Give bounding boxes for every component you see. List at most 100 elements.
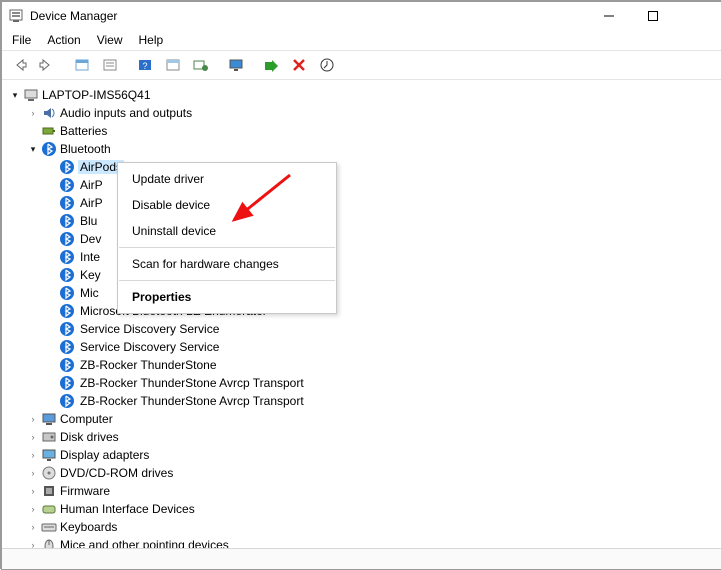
device-tree[interactable]: ▾ LAPTOP-IMS56Q41 › Audio inputs and outp… <box>2 80 721 549</box>
expand-icon[interactable]: › <box>26 412 40 426</box>
context-menu-item[interactable]: Scan for hardware changes <box>118 251 336 277</box>
tree-category[interactable]: ›Human Interface Devices <box>2 500 721 518</box>
tree-category[interactable]: › Audio inputs and outputs <box>2 104 721 122</box>
bluetooth-icon <box>59 321 75 337</box>
events-icon[interactable] <box>314 52 340 78</box>
expand-icon[interactable]: › <box>26 466 40 480</box>
context-menu-item[interactable]: Properties <box>118 284 336 310</box>
help-icon[interactable]: ? <box>132 52 158 78</box>
menu-help[interactable]: Help <box>131 31 172 49</box>
maximize-button[interactable] <box>631 2 675 30</box>
annotation-arrow <box>222 163 302 232</box>
keyboard-icon <box>41 519 57 535</box>
expand-icon <box>44 394 58 408</box>
expand-icon <box>44 250 58 264</box>
window-title: Device Manager <box>30 9 587 23</box>
expand-icon[interactable]: ▾ <box>26 142 40 156</box>
tree-category[interactable]: › Display adapters <box>2 446 721 464</box>
action-center-icon[interactable] <box>188 52 214 78</box>
bluetooth-icon <box>59 177 75 193</box>
tree-category[interactable]: ›Firmware <box>2 482 721 500</box>
tree-category[interactable]: ›Disk drives <box>2 428 721 446</box>
svg-text:?: ? <box>142 61 147 71</box>
expand-icon <box>44 232 58 246</box>
minimize-button[interactable] <box>587 2 631 30</box>
expand-icon[interactable]: › <box>26 106 40 120</box>
expand-icon[interactable]: › <box>26 448 40 462</box>
menu-view[interactable]: View <box>89 31 131 49</box>
tree-category-label: Batteries <box>60 124 107 138</box>
expand-icon[interactable]: › <box>26 502 40 516</box>
expand-icon[interactable] <box>26 124 40 138</box>
expand-icon <box>44 160 58 174</box>
tree-root[interactable]: ▾ LAPTOP-IMS56Q41 <box>2 86 721 104</box>
menu-action[interactable]: Action <box>39 31 88 49</box>
menu-file[interactable]: File <box>4 31 39 49</box>
audio-icon <box>41 105 57 121</box>
tree-device[interactable]: ZB-Rocker ThunderStone Avrcp Transport <box>2 374 721 392</box>
display-icon <box>41 447 57 463</box>
tree-device-label: AirP <box>78 178 105 192</box>
enable-icon[interactable] <box>258 52 284 78</box>
disk-icon <box>41 429 57 445</box>
expand-icon <box>44 286 58 300</box>
tree-device[interactable]: ZB-Rocker ThunderStone <box>2 356 721 374</box>
tree-category[interactable]: › Computer <box>2 410 721 428</box>
tree-category-label: Display adapters <box>60 448 149 462</box>
tree-device[interactable]: Service Discovery Service <box>2 320 721 338</box>
expand-icon <box>44 196 58 210</box>
tree-category-label: Bluetooth <box>60 142 111 156</box>
tree-device-label: ZB-Rocker ThunderStone <box>78 358 219 372</box>
bluetooth-icon <box>59 195 75 211</box>
tree-category[interactable]: › Keyboards <box>2 518 721 536</box>
expand-icon <box>44 358 58 372</box>
tree-device[interactable]: Mic <box>2 284 721 302</box>
tree-category[interactable]: ▾ Bluetooth <box>2 140 721 158</box>
bluetooth-icon <box>41 141 57 157</box>
tree-device-label: Dev <box>78 232 103 246</box>
tree-device[interactable]: Blu <box>2 212 721 230</box>
back-icon[interactable] <box>6 52 32 78</box>
tree-device[interactable]: AirP <box>2 194 721 212</box>
context-menu-separator <box>119 280 335 281</box>
tree-category-label: Keyboards <box>60 520 117 534</box>
expand-icon[interactable]: › <box>26 484 40 498</box>
expand-icon[interactable]: › <box>26 430 40 444</box>
tree-device[interactable]: AirPods <box>2 158 721 176</box>
tree-device[interactable]: Key <box>2 266 721 284</box>
tree-device[interactable]: Service Discovery Service <box>2 338 721 356</box>
show-hidden-icon[interactable] <box>69 52 95 78</box>
bluetooth-icon <box>59 249 75 265</box>
tree-device[interactable]: ZB-Rocker ThunderStone Avrcp Transport <box>2 392 721 410</box>
tree-device[interactable]: Dev <box>2 230 721 248</box>
expand-icon <box>44 304 58 318</box>
tree-category-label: DVD/CD-ROM drives <box>60 466 173 480</box>
expand-icon <box>44 376 58 390</box>
tree-device[interactable]: AirP <box>2 176 721 194</box>
tree-category-label: Computer <box>60 412 113 426</box>
bluetooth-icon <box>59 375 75 391</box>
tree-root-label: LAPTOP-IMS56Q41 <box>42 88 151 102</box>
expand-icon[interactable]: › <box>26 520 40 534</box>
tree-category[interactable]: Batteries <box>2 122 721 140</box>
disable-icon[interactable] <box>286 52 312 78</box>
monitor-icon[interactable] <box>223 52 249 78</box>
find-icon[interactable] <box>160 52 186 78</box>
tree-device[interactable]: Microsoft Bluetooth LE Enumerator <box>2 302 721 320</box>
tree-device-label: AirP <box>78 196 105 210</box>
tree-category-label: Audio inputs and outputs <box>60 106 192 120</box>
tree-category[interactable]: › DVD/CD-ROM drives <box>2 464 721 482</box>
tree-device[interactable]: Inte <box>2 248 721 266</box>
context-menu-separator <box>119 247 335 248</box>
menu-bar: File Action View Help <box>2 30 721 51</box>
expand-icon[interactable]: ▾ <box>8 88 22 102</box>
forward-icon[interactable] <box>34 52 60 78</box>
expand-icon <box>44 322 58 336</box>
properties-icon[interactable] <box>97 52 123 78</box>
tree-device-label: Service Discovery Service <box>78 322 221 336</box>
tree-device-label: ZB-Rocker ThunderStone Avrcp Transport <box>78 394 306 408</box>
computer-icon <box>41 411 57 427</box>
status-bar <box>2 548 721 569</box>
expand-icon <box>44 214 58 228</box>
hid-icon <box>41 501 57 517</box>
